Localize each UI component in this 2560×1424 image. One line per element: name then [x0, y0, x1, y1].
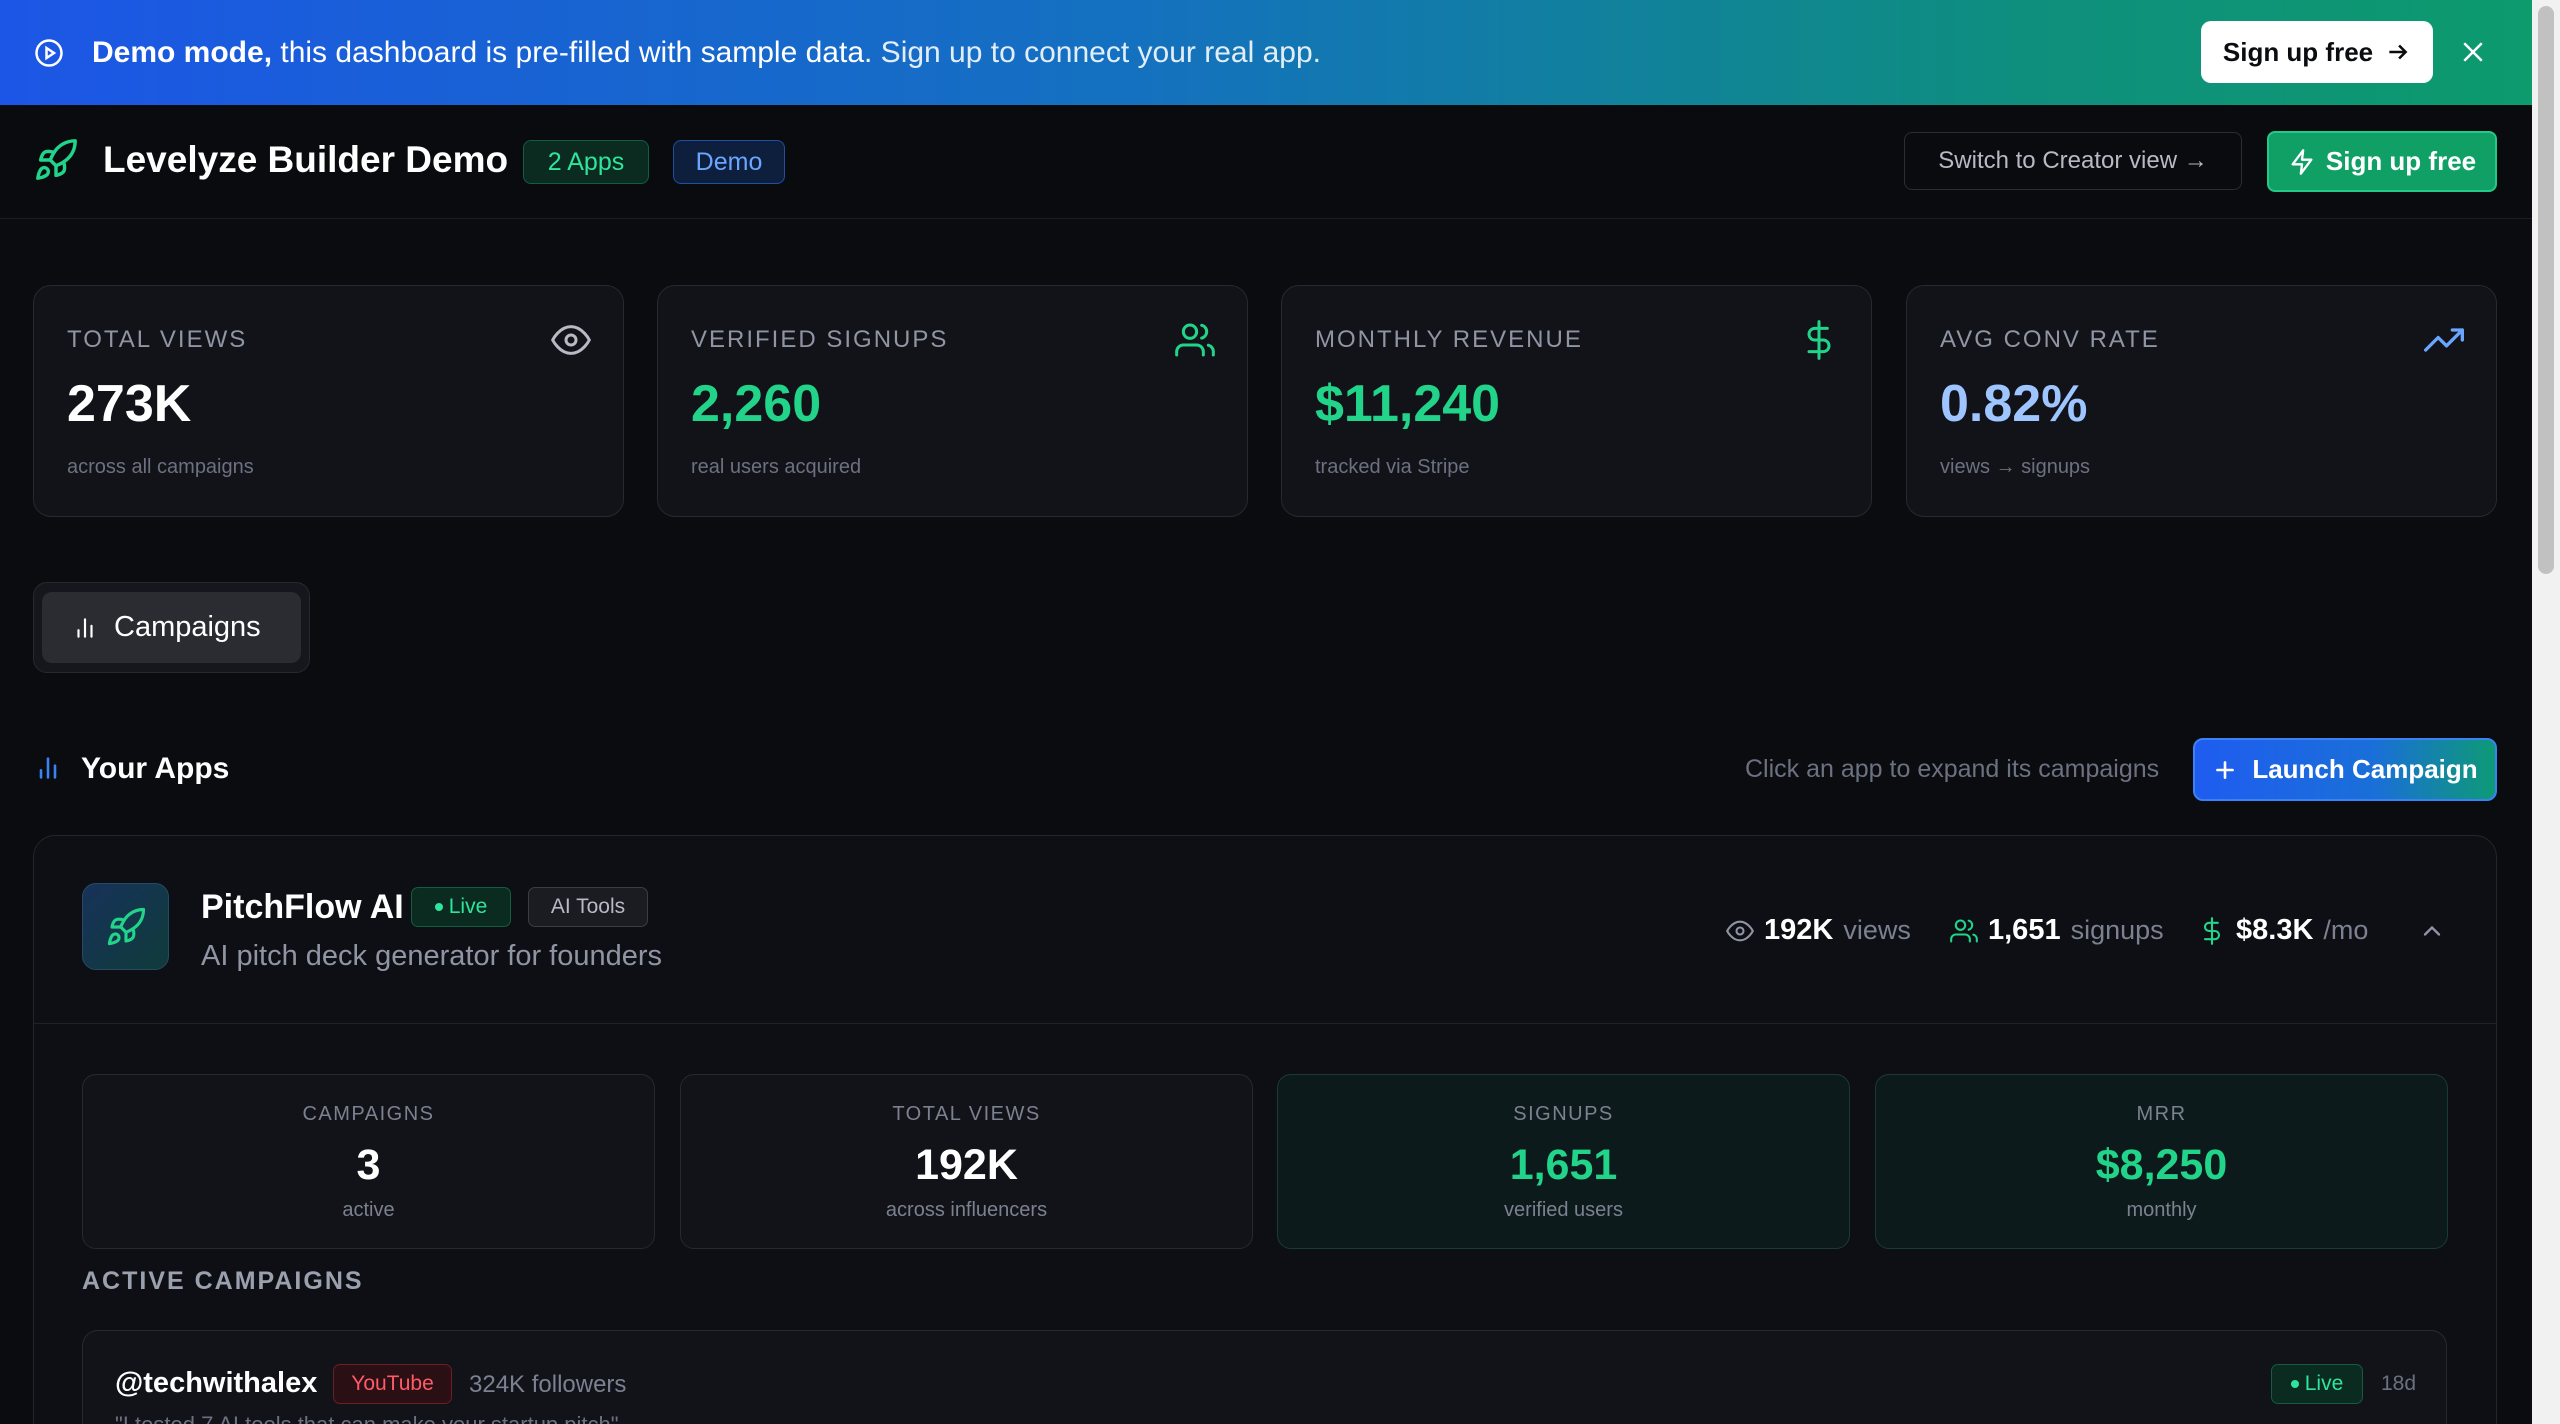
banner-signup-label: Sign up free	[2222, 36, 2374, 67]
tab-campaigns[interactable]: Campaigns	[42, 592, 301, 663]
inner-stat-value: $8,250	[2095, 1141, 2228, 1189]
inner-stat-value: 192K	[915, 1141, 1018, 1189]
inner-stat-campaigns: CAMPAIGNS 3 active	[82, 1074, 655, 1249]
stat-value: 0.82%	[1940, 375, 2088, 433]
app-views-unit: views	[1843, 915, 1911, 945]
your-apps-heading: Your Apps	[81, 752, 230, 785]
lightning-icon	[2291, 148, 2313, 175]
stat-label: MONTHLY REVENUE	[1315, 326, 1583, 353]
header-signup-label: Sign up free	[2325, 146, 2477, 176]
eye-icon	[1726, 920, 1754, 941]
app-status-badge: Live	[411, 887, 511, 927]
inner-stat-signups: SIGNUPS 1,651 verified users	[1277, 1074, 1850, 1249]
app-signups-value: 1,651	[1988, 914, 2061, 946]
apps-count-badge: 2 Apps	[523, 140, 649, 184]
bar-chart-icon	[77, 617, 93, 638]
rocket-icon	[107, 907, 145, 945]
inner-stat-value: 3	[356, 1141, 381, 1189]
banner-signup-button[interactable]: Sign up free	[2201, 21, 2433, 83]
dollar-icon	[2203, 916, 2221, 945]
stat-value: 273K	[67, 375, 192, 433]
campaign-followers: 324K followers	[469, 1371, 627, 1398]
active-campaigns-heading: ACTIVE CAMPAIGNS	[82, 1267, 364, 1295]
app-signups-unit: signups	[2070, 915, 2164, 945]
inner-stat-subtext: monthly	[2126, 1199, 2197, 1221]
inner-stat-subtext: active	[342, 1199, 395, 1221]
tab-campaigns-label: Campaigns	[114, 611, 261, 643]
inner-stat-label: TOTAL VIEWS	[892, 1103, 1041, 1125]
app-logo	[82, 883, 169, 970]
trending-up-icon	[2424, 328, 2464, 352]
app-views-value: 192K	[1764, 914, 1834, 946]
inner-stat-subtext: across influencers	[885, 1199, 1048, 1221]
app-revenue-unit: /mo	[2323, 915, 2369, 945]
stat-label: VERIFIED SIGNUPS	[691, 326, 949, 353]
status-dot	[434, 903, 443, 911]
app-revenue-value: $8.3K	[2236, 914, 2314, 946]
stat-subtext: tracked via Stripe	[1315, 456, 1470, 478]
inner-stat-total-views: TOTAL VIEWS 192K across influencers	[680, 1074, 1253, 1249]
inner-stat-mrr: MRR $8,250 monthly	[1875, 1074, 2448, 1249]
stat-value: $11,240	[1315, 375, 1501, 433]
stat-value: 2,260	[691, 375, 822, 433]
arrow-right-icon	[2389, 44, 2408, 60]
app-views-metric: 192K views	[1726, 914, 1911, 947]
stat-card-verified-signups: VERIFIED SIGNUPS 2,260 real users acquir…	[657, 285, 1248, 517]
campaign-status-badge: Live	[2271, 1364, 2363, 1404]
scrollbar-thumb[interactable]	[2538, 6, 2554, 574]
stat-label: TOTAL VIEWS	[67, 326, 248, 353]
app-revenue-metric: $8.3K /mo	[2198, 914, 2368, 947]
stat-card-total-views: TOTAL VIEWS 273K across all campaigns	[33, 285, 624, 517]
stat-subtext: views → signups	[1940, 456, 2091, 478]
campaign-status-label: Live	[2304, 1372, 2344, 1395]
platform-badge: YouTube	[333, 1364, 452, 1404]
close-icon[interactable]	[2458, 37, 2488, 67]
users-icon	[1950, 918, 1978, 943]
stat-subtext: across all campaigns	[67, 456, 254, 478]
stat-card-avg-conv-rate: AVG CONV RATE 0.82% views → signups	[1906, 285, 2497, 517]
stat-subtext: real users acquired	[691, 456, 862, 478]
inner-stat-label: CAMPAIGNS	[302, 1103, 435, 1125]
app-signups-metric: 1,651 signups	[1950, 914, 2164, 947]
apps-hint-text: Click an app to expand its campaigns	[1745, 755, 2160, 783]
banner-message: Demo mode, this dashboard is pre-filled …	[92, 35, 1321, 69]
app-name: PitchFlow AI	[201, 888, 404, 926]
inner-stat-value: 1,651	[1509, 1141, 1618, 1189]
plus-icon	[2216, 760, 2235, 779]
app-description: AI pitch deck generator for founders	[201, 940, 663, 972]
users-icon	[1175, 323, 1215, 357]
demo-badge: Demo	[673, 140, 785, 184]
launch-campaign-label: Launch Campaign	[2252, 754, 2478, 784]
inner-stat-label: MRR	[2136, 1103, 2187, 1125]
eye-icon	[551, 325, 591, 355]
campaign-handle[interactable]: @techwithalex	[115, 1367, 317, 1400]
inner-stat-subtext: verified users	[1504, 1199, 1623, 1221]
campaign-quote: "I tested 7 AI tools that can make your …	[115, 1412, 619, 1424]
stat-label: AVG CONV RATE	[1940, 326, 2160, 353]
app-status-label: Live	[448, 895, 488, 918]
launch-campaign-button[interactable]: Launch Campaign	[2193, 738, 2497, 801]
stat-card-monthly-revenue: MONTHLY REVENUE $11,240 tracked via Stri…	[1281, 285, 1872, 517]
bar-chart-icon	[39, 757, 57, 779]
rocket-icon	[36, 139, 77, 180]
app-category-badge: AI Tools	[528, 887, 648, 927]
header-signup-button[interactable]: Sign up free	[2267, 131, 2497, 192]
inner-stat-label: SIGNUPS	[1513, 1103, 1614, 1125]
play-circle-icon	[35, 38, 63, 67]
dollar-icon	[1807, 320, 1831, 360]
switch-creator-view-button[interactable]: Switch to Creator view →	[1904, 132, 2242, 190]
campaign-age: 18d	[2381, 1372, 2417, 1395]
demo-banner: Demo mode, this dashboard is pre-filled …	[0, 0, 2532, 105]
status-dot	[2290, 1380, 2299, 1388]
chevron-up-icon[interactable]	[2418, 917, 2446, 945]
app-title: Levelyze Builder Demo	[103, 139, 509, 180]
